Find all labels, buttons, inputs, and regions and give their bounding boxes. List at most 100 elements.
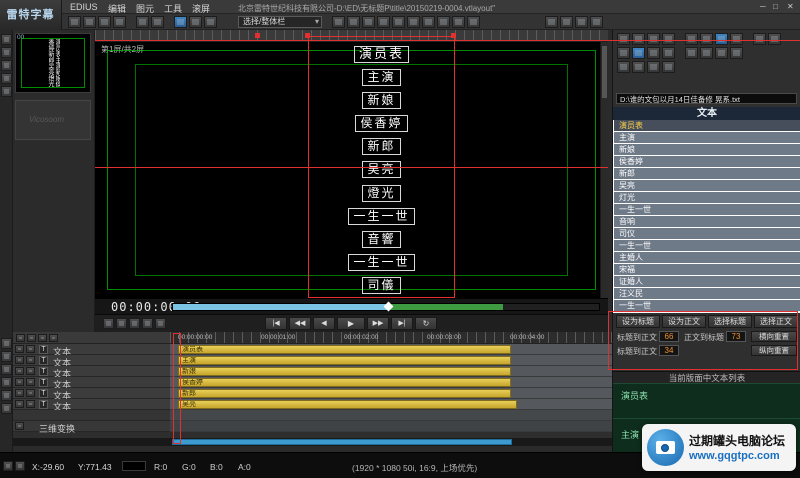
- canvas[interactable]: 第1屏/共2屏 演员表 主演 新娘 侯香婷 新郎 吴亮 燈光 一生一世 音響 一…: [95, 42, 608, 298]
- minimize-button[interactable]: ─: [760, 2, 766, 11]
- canvas-scrollbar[interactable]: [600, 42, 608, 298]
- text-list-item[interactable]: 一生一世: [614, 300, 800, 311]
- layout-thumbnail[interactable]: Vicosoom: [15, 100, 91, 140]
- goto-start-button[interactable]: |◀: [265, 317, 287, 330]
- text-list-item[interactable]: 演员表: [614, 120, 800, 131]
- panel-icon[interactable]: [753, 33, 766, 45]
- loop-button[interactable]: ↻: [415, 317, 437, 330]
- track-visibility-icon[interactable]: [15, 367, 24, 375]
- transform-track-header[interactable]: 三维变换: [13, 421, 170, 432]
- toolbar-icon[interactable]: [422, 16, 435, 28]
- toolbar-icon[interactable]: [407, 16, 420, 28]
- toolbar-icon[interactable]: [392, 16, 405, 28]
- toolbar-icon[interactable]: [136, 16, 149, 28]
- track-header[interactable]: T 文本: [13, 377, 170, 388]
- track-visibility-icon[interactable]: [15, 378, 24, 386]
- timeline-clip[interactable]: 侯香婷: [178, 378, 511, 387]
- timeline-scrollbar[interactable]: [13, 438, 612, 446]
- timeline-tool-icon[interactable]: [27, 334, 36, 342]
- toolbar-icon[interactable]: [332, 16, 345, 28]
- panel-icon[interactable]: [715, 33, 728, 45]
- text-list-item[interactable]: 宋福: [614, 264, 800, 275]
- tool-icon[interactable]: [1, 60, 12, 71]
- panel-icon[interactable]: [647, 33, 660, 45]
- subtitle-text[interactable]: 一生一世: [348, 254, 414, 271]
- panel-icon[interactable]: [617, 47, 630, 59]
- track-header[interactable]: T 文本: [13, 399, 170, 410]
- track-lane[interactable]: 侯香婷: [170, 377, 612, 388]
- status-icon[interactable]: [3, 461, 13, 471]
- tool-icon[interactable]: [1, 34, 12, 45]
- track-visibility-icon[interactable]: [15, 422, 24, 430]
- toolbar-save-icon[interactable]: [98, 16, 111, 28]
- track-header[interactable]: T 文本: [13, 344, 170, 355]
- timeline-ruler[interactable]: 00:00:00:00 00:00:01:00 00:00:02:00 00:0…: [170, 332, 612, 344]
- goto-end-button[interactable]: ▶|: [391, 317, 413, 330]
- set-title-button[interactable]: 设为标题: [616, 315, 660, 328]
- text-list-item[interactable]: 吴亮: [614, 180, 800, 191]
- tool-icon[interactable]: [1, 47, 12, 58]
- toolbar-icon[interactable]: [151, 16, 164, 28]
- text-list-item[interactable]: 音响: [614, 216, 800, 227]
- watermark-url[interactable]: www.gqgtpc.com: [689, 450, 780, 462]
- selection-mode-dropdown[interactable]: 选择/整体栏 ▾: [238, 16, 322, 28]
- toolbar-icon[interactable]: [377, 16, 390, 28]
- status-icon[interactable]: [15, 461, 25, 471]
- track-lock-icon[interactable]: [26, 356, 35, 364]
- toolbar-icon[interactable]: [362, 16, 375, 28]
- text-list-item[interactable]: 证婚人: [614, 276, 800, 287]
- subtitle-text[interactable]: 新郎: [362, 138, 400, 155]
- toolbar-icon[interactable]: [590, 16, 603, 28]
- track-lane[interactable]: 吴亮: [170, 399, 612, 410]
- panel-icon[interactable]: [647, 47, 660, 59]
- panel-icon[interactable]: [730, 47, 743, 59]
- track-lock-icon[interactable]: [26, 367, 35, 375]
- text-list-item[interactable]: 灯光: [614, 192, 800, 203]
- panel-icon[interactable]: [662, 33, 675, 45]
- marker-icon[interactable]: [155, 318, 166, 329]
- panel-icon[interactable]: [700, 47, 713, 59]
- marker-icon[interactable]: [129, 318, 140, 329]
- tool-icon[interactable]: [1, 403, 12, 414]
- text-list-item[interactable]: 一生一世: [614, 240, 800, 251]
- track-header[interactable]: T 文本: [13, 355, 170, 366]
- tool-icon[interactable]: [1, 351, 12, 362]
- timeline-clip[interactable]: 新娘: [178, 367, 511, 376]
- timeline-clip[interactable]: 吴亮: [178, 400, 517, 409]
- panel-icon[interactable]: [715, 47, 728, 59]
- preview-thumbnail[interactable]: 00 演员表主演新娘侯香婷新郎吴亮燈光一生一世音響一生一世司儀: [15, 33, 91, 93]
- rewind-button[interactable]: ◀◀: [289, 317, 311, 330]
- subtitle-text[interactable]: 吴亮: [362, 161, 400, 178]
- layout-list-item[interactable]: 主演: [621, 428, 639, 441]
- tool-icon[interactable]: [1, 73, 12, 84]
- close-button[interactable]: ✕: [787, 2, 794, 11]
- spacing-value-field[interactable]: 66: [659, 331, 679, 342]
- timeline-clip[interactable]: 主演: [178, 356, 511, 365]
- subtitle-text[interactable]: 燈光: [362, 185, 400, 202]
- timeline-tool-icon[interactable]: [49, 334, 58, 342]
- track-visibility-icon[interactable]: [15, 345, 24, 353]
- text-list-item[interactable]: 侯香婷: [614, 156, 800, 167]
- spacing-value-field[interactable]: 73: [726, 331, 746, 342]
- toolbar-new-icon[interactable]: [68, 16, 81, 28]
- panel-icon[interactable]: [647, 61, 660, 73]
- panel-icon[interactable]: [662, 61, 675, 73]
- tool-icon[interactable]: [1, 338, 12, 349]
- track-lock-icon[interactable]: [26, 400, 35, 408]
- track-header[interactable]: T 文本: [13, 388, 170, 399]
- track-lock-icon[interactable]: [26, 378, 35, 386]
- text-list-item[interactable]: 新娘: [614, 144, 800, 155]
- menu-edius[interactable]: EDIUS: [70, 2, 98, 12]
- list-view-icon[interactable]: [632, 47, 645, 59]
- text-list-item[interactable]: 主演: [614, 132, 800, 143]
- panel-icon[interactable]: [632, 61, 645, 73]
- toolbar-icon[interactable]: [204, 16, 217, 28]
- vertical-reset-button[interactable]: 纵向重置: [751, 345, 797, 356]
- toolbar-icon[interactable]: [113, 16, 126, 28]
- subtitle-text[interactable]: 主演: [362, 69, 400, 86]
- text-list-item[interactable]: 汪义民: [614, 288, 800, 299]
- track-lane[interactable]: 主演: [170, 355, 612, 366]
- toolbar-open-icon[interactable]: [83, 16, 96, 28]
- subtitle-text[interactable]: 司儀: [362, 277, 400, 294]
- panel-icon[interactable]: [632, 33, 645, 45]
